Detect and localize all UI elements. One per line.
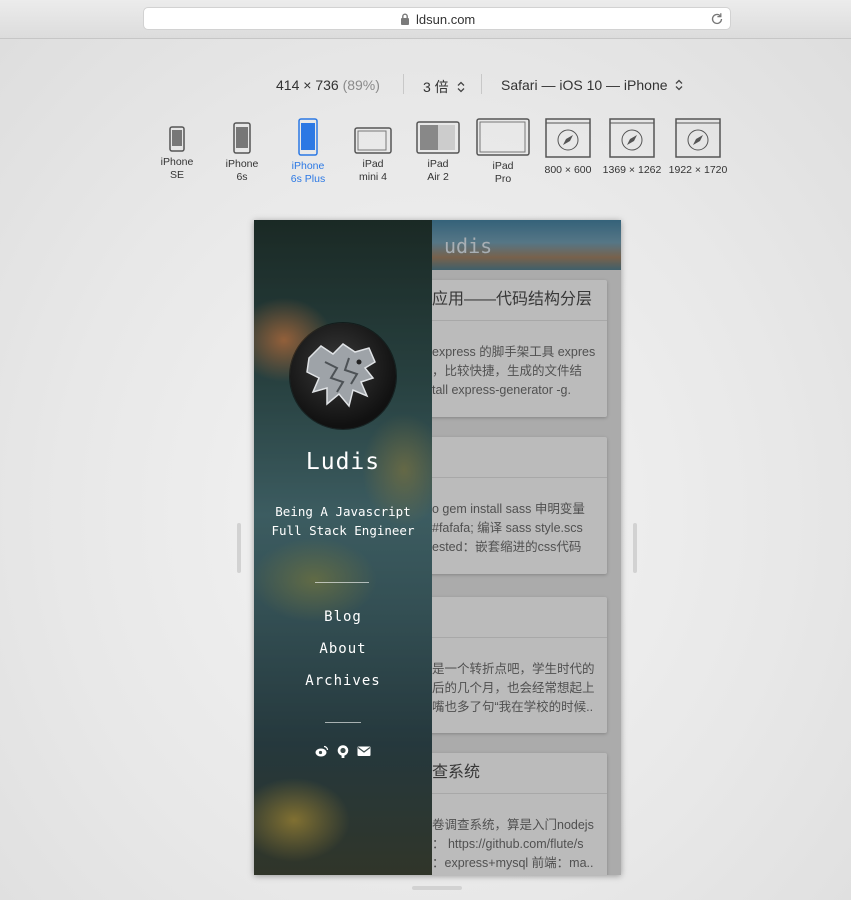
device-iphone-6s-plus[interactable]: iPhone 6s Plus bbox=[286, 118, 330, 186]
lock-icon bbox=[401, 13, 409, 25]
compass-icon bbox=[675, 118, 721, 158]
wolf-sigil-icon bbox=[306, 343, 376, 408]
device-label: iPad bbox=[362, 158, 384, 170]
user-agent-select[interactable]: Safari — iOS 10 — iPhone bbox=[501, 77, 683, 93]
sidebar-drawer: Ludis Being A Javascript Full Stack Engi… bbox=[254, 220, 432, 875]
device-iphone-se[interactable]: iPhone SE bbox=[157, 118, 197, 182]
device-ipad-air-2[interactable]: iPad Air 2 bbox=[415, 118, 461, 184]
address-bar[interactable]: ldsun.com bbox=[143, 7, 731, 30]
toolbar-divider bbox=[481, 74, 482, 94]
device-sublabel: Air 2 bbox=[427, 171, 449, 183]
device-label: iPad bbox=[427, 158, 449, 170]
site-name: Ludis bbox=[305, 449, 381, 475]
mail-icon[interactable] bbox=[357, 744, 371, 758]
toolbar-divider bbox=[403, 74, 404, 94]
device-1922x1720[interactable]: 1922 × 1720 bbox=[667, 118, 729, 177]
nav-link-archives[interactable]: Archives bbox=[254, 673, 432, 689]
phone-icon bbox=[233, 122, 251, 154]
device-sublabel: SE bbox=[169, 169, 184, 181]
dimensions-text: 414 × 736 bbox=[276, 77, 339, 93]
resize-handle-right[interactable] bbox=[633, 523, 637, 573]
updown-chevron-icon bbox=[457, 81, 465, 93]
zoom-percent: (89%) bbox=[342, 77, 380, 93]
device-viewport: udis 应用——代码结构分层 express 的脚手架工具 expres ，比… bbox=[254, 220, 621, 875]
device-sublabel: mini 4 bbox=[358, 171, 387, 183]
device-iphone-6s[interactable]: iPhone 6s bbox=[222, 118, 262, 184]
site-tagline: Being A Javascript Full Stack Engineer bbox=[271, 504, 415, 538]
tablet-icon bbox=[416, 121, 460, 154]
url-text: ldsun.com bbox=[416, 12, 476, 27]
device-label: iPhone bbox=[160, 156, 194, 168]
weibo-icon[interactable] bbox=[315, 744, 329, 758]
device-sublabel: 6s bbox=[236, 171, 248, 183]
device-label: 1922 × 1720 bbox=[668, 164, 728, 176]
pixel-ratio-label: 3 倍 bbox=[423, 79, 449, 95]
nav-link-about[interactable]: About bbox=[254, 641, 432, 657]
github-icon[interactable] bbox=[336, 744, 350, 758]
resize-handle-bottom[interactable] bbox=[412, 886, 462, 890]
avatar bbox=[290, 323, 396, 429]
tablet-icon bbox=[476, 118, 530, 156]
device-label: 1369 × 1262 bbox=[602, 164, 662, 176]
tablet-icon bbox=[354, 127, 392, 154]
nav-link-blog[interactable]: Blog bbox=[254, 609, 432, 625]
resize-handle-left[interactable] bbox=[237, 523, 241, 573]
browser-toolbar: ldsun.com bbox=[0, 0, 851, 39]
device-label: 800 × 600 bbox=[544, 164, 592, 176]
phone-icon bbox=[169, 126, 185, 152]
updown-chevron-icon bbox=[675, 79, 683, 91]
user-agent-label: Safari — iOS 10 — iPhone bbox=[501, 77, 668, 93]
divider bbox=[315, 582, 369, 583]
device-1369x1262[interactable]: 1369 × 1262 bbox=[601, 118, 663, 177]
divider bbox=[325, 722, 361, 723]
device-label: iPhone bbox=[291, 160, 325, 172]
compass-icon bbox=[609, 118, 655, 158]
social-links bbox=[314, 744, 372, 758]
viewport-dimensions[interactable]: 414 × 736 (89%) bbox=[276, 77, 380, 93]
device-sublabel: 6s Plus bbox=[290, 173, 326, 185]
sidebar-content: Ludis Being A Javascript Full Stack Engi… bbox=[254, 220, 432, 875]
compass-icon bbox=[545, 118, 591, 158]
device-label: iPad bbox=[492, 160, 514, 172]
device-sublabel: Pro bbox=[494, 173, 512, 185]
pixel-ratio-select[interactable]: 3 倍 bbox=[423, 77, 465, 97]
reload-icon[interactable] bbox=[710, 12, 724, 26]
device-ipad-pro[interactable]: iPad Pro bbox=[475, 118, 531, 186]
phone-icon bbox=[298, 118, 318, 156]
device-ipad-mini-4[interactable]: iPad mini 4 bbox=[352, 118, 394, 184]
device-label: iPhone bbox=[225, 158, 259, 170]
device-800x600[interactable]: 800 × 600 bbox=[539, 118, 597, 177]
